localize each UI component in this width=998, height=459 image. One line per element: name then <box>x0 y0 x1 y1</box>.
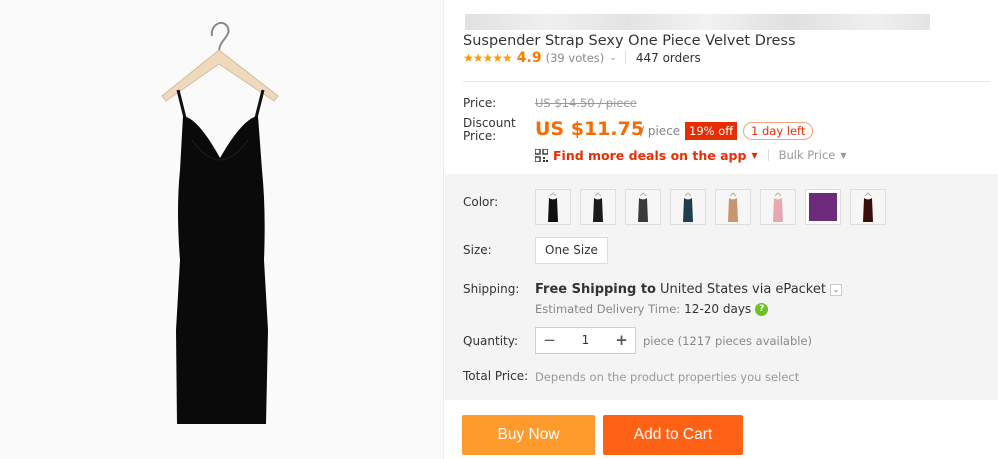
color-swatch-purple[interactable] <box>805 189 841 225</box>
product-image[interactable] <box>0 0 444 459</box>
swatch-dress-thumbnail <box>671 190 705 224</box>
original-price: US $14.50 / piece <box>535 96 637 110</box>
delivery-days: 12-20 days <box>684 302 752 316</box>
plus-icon[interactable]: + <box>608 328 635 353</box>
total-price-note: Depends on the product properties you se… <box>535 370 800 384</box>
swatch-dress-thumbnail <box>716 190 750 224</box>
delivery-time: Estimated Delivery Time: 12-20 days ? <box>535 302 769 316</box>
pieces-available: piece (1217 pieces available) <box>643 334 813 348</box>
divider <box>767 149 769 161</box>
chevron-down-icon[interactable]: ⌄ <box>609 53 617 63</box>
color-label: Color: <box>463 195 499 209</box>
shipping-method[interactable]: via ePacket <box>752 282 826 297</box>
time-left-badge: 1 day left <box>743 122 814 140</box>
swatch-fill <box>809 193 837 221</box>
shipping-summary: Free Shipping to United States via ePack… <box>535 282 842 297</box>
orders-count: 447 orders <box>635 50 701 65</box>
quantity-stepper: − + <box>535 327 636 354</box>
color-swatch-burgundy[interactable] <box>850 189 886 225</box>
price-label: Price: <box>463 96 497 110</box>
caret-down-icon[interactable]: ▼ <box>840 151 846 160</box>
swatch-dress-thumbnail <box>536 190 570 224</box>
discount-badge: 19% off <box>685 122 738 140</box>
quantity-input[interactable] <box>563 328 608 353</box>
total-price-label: Total Price: <box>463 369 529 383</box>
bulk-price-link[interactable]: Bulk Price <box>779 148 836 162</box>
color-swatch-pink[interactable] <box>760 189 796 225</box>
buy-now-button[interactable]: Buy Now <box>462 415 595 455</box>
find-deals-link[interactable]: Find more deals on the app <box>553 148 746 163</box>
shipping-country[interactable]: United States <box>660 282 748 297</box>
color-swatch-black-2[interactable] <box>580 189 616 225</box>
blurred-store-banner <box>465 14 930 30</box>
swatch-dress-thumbnail <box>581 190 615 224</box>
size-option-one-size[interactable]: One Size <box>535 237 608 264</box>
price-unit: / piece <box>640 124 681 138</box>
color-swatch-teal[interactable] <box>670 189 706 225</box>
color-swatch-black-1[interactable] <box>535 189 571 225</box>
color-swatch-dark-gray[interactable] <box>625 189 661 225</box>
size-label: Size: <box>463 243 492 257</box>
swatch-dress-thumbnail <box>626 190 660 224</box>
free-shipping-text: Free Shipping to <box>535 282 656 297</box>
votes-count[interactable]: (39 votes) <box>546 51 605 65</box>
qr-code-icon <box>535 148 548 162</box>
divider <box>624 51 626 64</box>
delivery-label: Estimated Delivery Time: <box>535 302 681 316</box>
discount-price: US $11.75 <box>535 118 645 140</box>
shipping-label: Shipping: <box>463 282 520 296</box>
quantity-label: Quantity: <box>463 334 519 348</box>
caret-down-icon[interactable]: ▼ <box>751 151 757 160</box>
discount-label-line2: Price: <box>463 129 497 143</box>
help-icon[interactable]: ? <box>755 302 769 316</box>
swatch-dress-thumbnail <box>851 190 885 224</box>
star-rating-icon: ★★★★★ <box>463 50 513 65</box>
swatch-dress-thumbnail <box>761 190 795 224</box>
rating-value: 4.9 <box>516 49 542 66</box>
discount-price-label: Discount Price: <box>463 117 516 143</box>
deals-row: Find more deals on the app ▼ Bulk Price … <box>535 146 847 164</box>
color-swatch-list <box>535 189 895 225</box>
shipping-dropdown-icon[interactable]: ⌄ <box>829 283 842 296</box>
rating-row: ★★★★★ 4.9 (39 votes) ⌄ 447 orders <box>463 50 990 82</box>
minus-icon[interactable]: − <box>536 328 563 353</box>
product-title: Suspender Strap Sexy One Piece Velvet Dr… <box>463 33 796 49</box>
dress-on-hanger-image <box>161 21 279 424</box>
add-to-cart-button[interactable]: Add to Cart <box>603 415 743 455</box>
color-swatch-camel[interactable] <box>715 189 751 225</box>
product-info-panel: Suspender Strap Sexy One Piece Velvet Dr… <box>445 0 998 459</box>
